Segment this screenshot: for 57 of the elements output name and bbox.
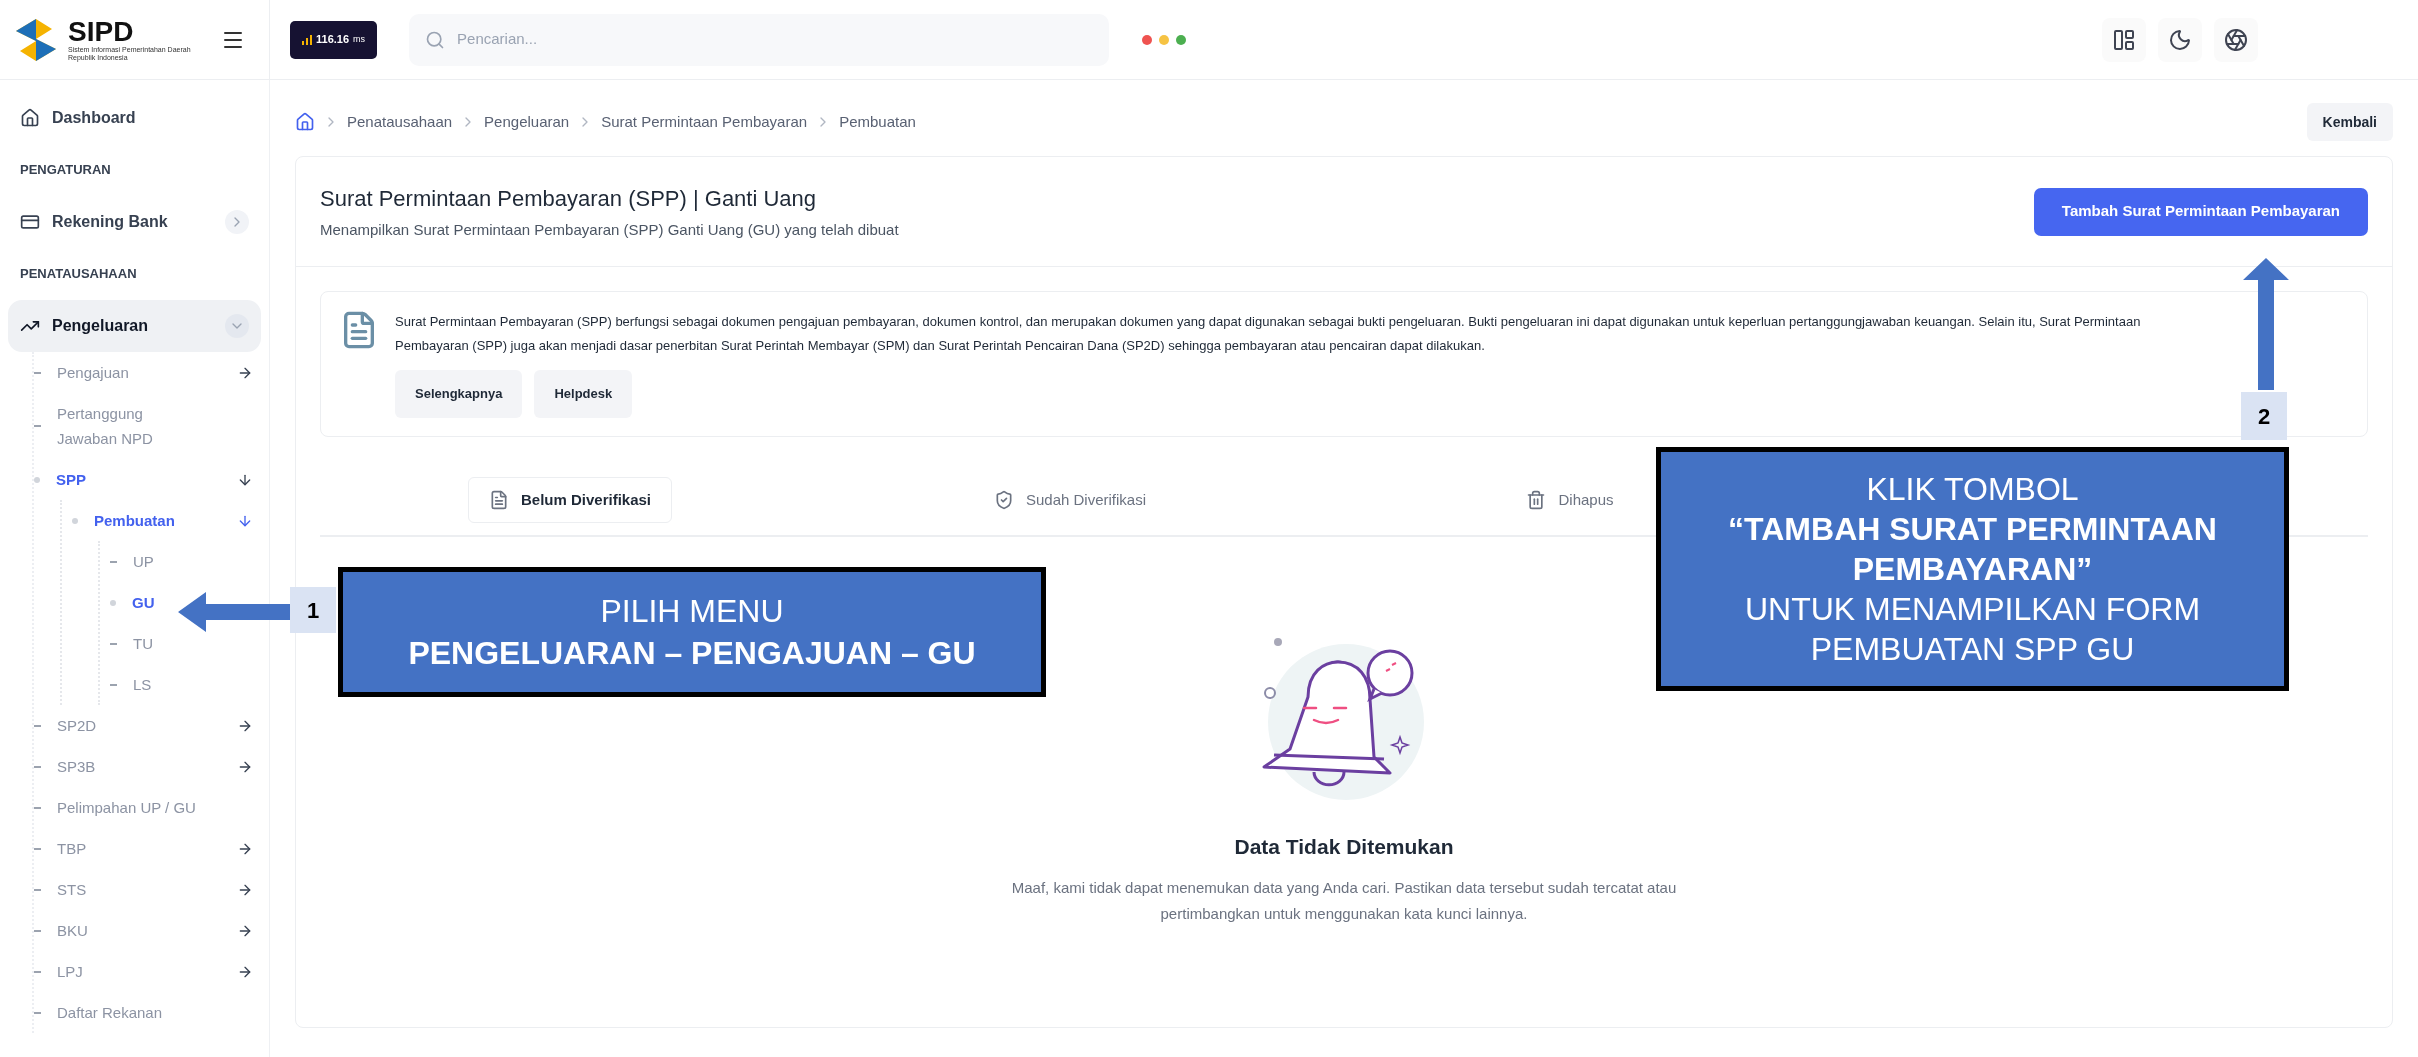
sidebar-item[interactable]: LPJ <box>57 959 83 984</box>
sidebar-item[interactable]: Daftar Rekanan <box>57 1000 163 1025</box>
home-icon[interactable] <box>295 112 315 132</box>
sidebar-item[interactable]: Pertanggung Jawaban NPD <box>57 401 197 451</box>
card-icon <box>20 212 40 232</box>
add-button[interactable]: Tambah Surat Permintaan Pembayaran <box>2033 187 2368 236</box>
moon-button[interactable] <box>2158 17 2202 62</box>
info-button[interactable]: Selengkapnya <box>395 370 523 418</box>
empty-text: Maaf, kami tidak dapat menemukan data yang Anda cari. Pastikan data tersebut sudah tercatat atau pertimbangkan untuk menggunakan kata kunci lainnya. <box>1010 877 1678 924</box>
moon-icon <box>2168 27 2192 52</box>
sidebar-item[interactable]: BKU <box>57 918 88 943</box>
sidebar-item[interactable]: TU <box>133 631 153 656</box>
home-icon <box>20 108 40 128</box>
card-title: Surat Permintaan Pembayaran (SPP) | Ganti Uang <box>320 184 818 213</box>
sidebar-item[interactable]: SP3B <box>57 754 96 779</box>
sidebar-item[interactable]: UP <box>133 549 154 574</box>
tab[interactable]: Dihapus <box>1506 477 1634 523</box>
layout-button[interactable] <box>2102 17 2146 62</box>
aperture-icon <box>2224 27 2248 52</box>
info-text: Surat Permintaan Pembayaran (SPP) berfungsi sebagai dokumen pengajuan pembayaran, dokumen kontrol, dan merupakan dokumen yang dapat digunakan sebagai bukti pengeluaran. Bukti pengeluaran ini dapat digunakan untuk keperluan pertanggungjawaban keuangan. Selain itu, Surat Permintaan Pembayaran (SPP) juga akan menjadi dasar penerbitan Surat Perintah Membayar (SPM) dan Surat Perintah Pencairan Dana (SP2D) sehingga pembayaran atau pencairan dapat dilakukan. <box>395 313 2142 355</box>
back-button[interactable]: Kembali <box>2306 103 2393 141</box>
breadcrumb-link[interactable]: Pengeluaran <box>484 110 570 134</box>
callout-box: KLIK TOMBOL “TAMBAH SURAT PERMINTAAN PEMBAYARAN” UNTUK MENAMPILKAN FORM PEMBUATAN SPP GU <box>1656 447 2289 691</box>
sidebar-item[interactable]: GU <box>132 590 155 615</box>
section-label: PENGATURAN <box>19 161 112 180</box>
sidebar-item[interactable]: Pengajuan <box>57 360 129 385</box>
search-field[interactable]: Pencarian... <box>409 13 1110 66</box>
sidebar-item[interactable]: Pengeluaran <box>8 300 261 352</box>
step-number: 2 <box>2241 392 2287 440</box>
sidebar-item[interactable]: Pelimpahan UP / GU <box>57 795 196 820</box>
sidebar-item[interactable]: STS <box>57 877 87 902</box>
arrow-up-icon <box>2243 258 2289 390</box>
breadcrumb-link[interactable]: Surat Permintaan Pembayaran <box>601 110 808 134</box>
logo-text: SIPD <box>68 17 135 46</box>
sidebar-item[interactable]: Pembuatan <box>94 508 175 533</box>
sidebar-item[interactable]: TBP <box>57 836 87 861</box>
empty-title: Data Tidak Ditemukan <box>1234 834 1454 860</box>
latency-badge: 116.16 ms <box>290 20 378 59</box>
card-subtitle: Menampilkan Surat Permintaan Pembayaran (SPP) Ganti Uang (GU) yang telah dibuat <box>320 219 900 240</box>
breadcrumb-link[interactable]: Penatausahaan <box>347 110 453 134</box>
info-button[interactable]: Helpdesk <box>534 370 633 418</box>
sidebar-item[interactable]: LS <box>133 672 152 697</box>
sidebar-item[interactable]: SPP <box>56 467 86 492</box>
callout-box: PILIH MENU PENGELUARAN – PENGAJUAN – GU <box>338 567 1046 697</box>
arrow-left-icon <box>178 592 290 632</box>
breadcrumb-link[interactable]: Pembuatan <box>839 110 916 134</box>
trash-icon <box>1526 490 1547 510</box>
tab[interactable]: Belum Diverifikasi <box>467 477 673 523</box>
search-icon <box>425 29 446 50</box>
sidebar-item[interactable]: SP2D <box>57 713 97 738</box>
signal-icon <box>302 34 312 45</box>
step-number: 1 <box>290 587 336 633</box>
tab[interactable]: Sudah Diverifikasi <box>973 477 1167 523</box>
section-label: PENATAUSAHAAN <box>19 265 138 284</box>
search-input[interactable]: Pencarian... <box>457 28 1094 51</box>
aperture-button[interactable] <box>2214 17 2258 62</box>
layout-icon <box>2112 27 2136 52</box>
